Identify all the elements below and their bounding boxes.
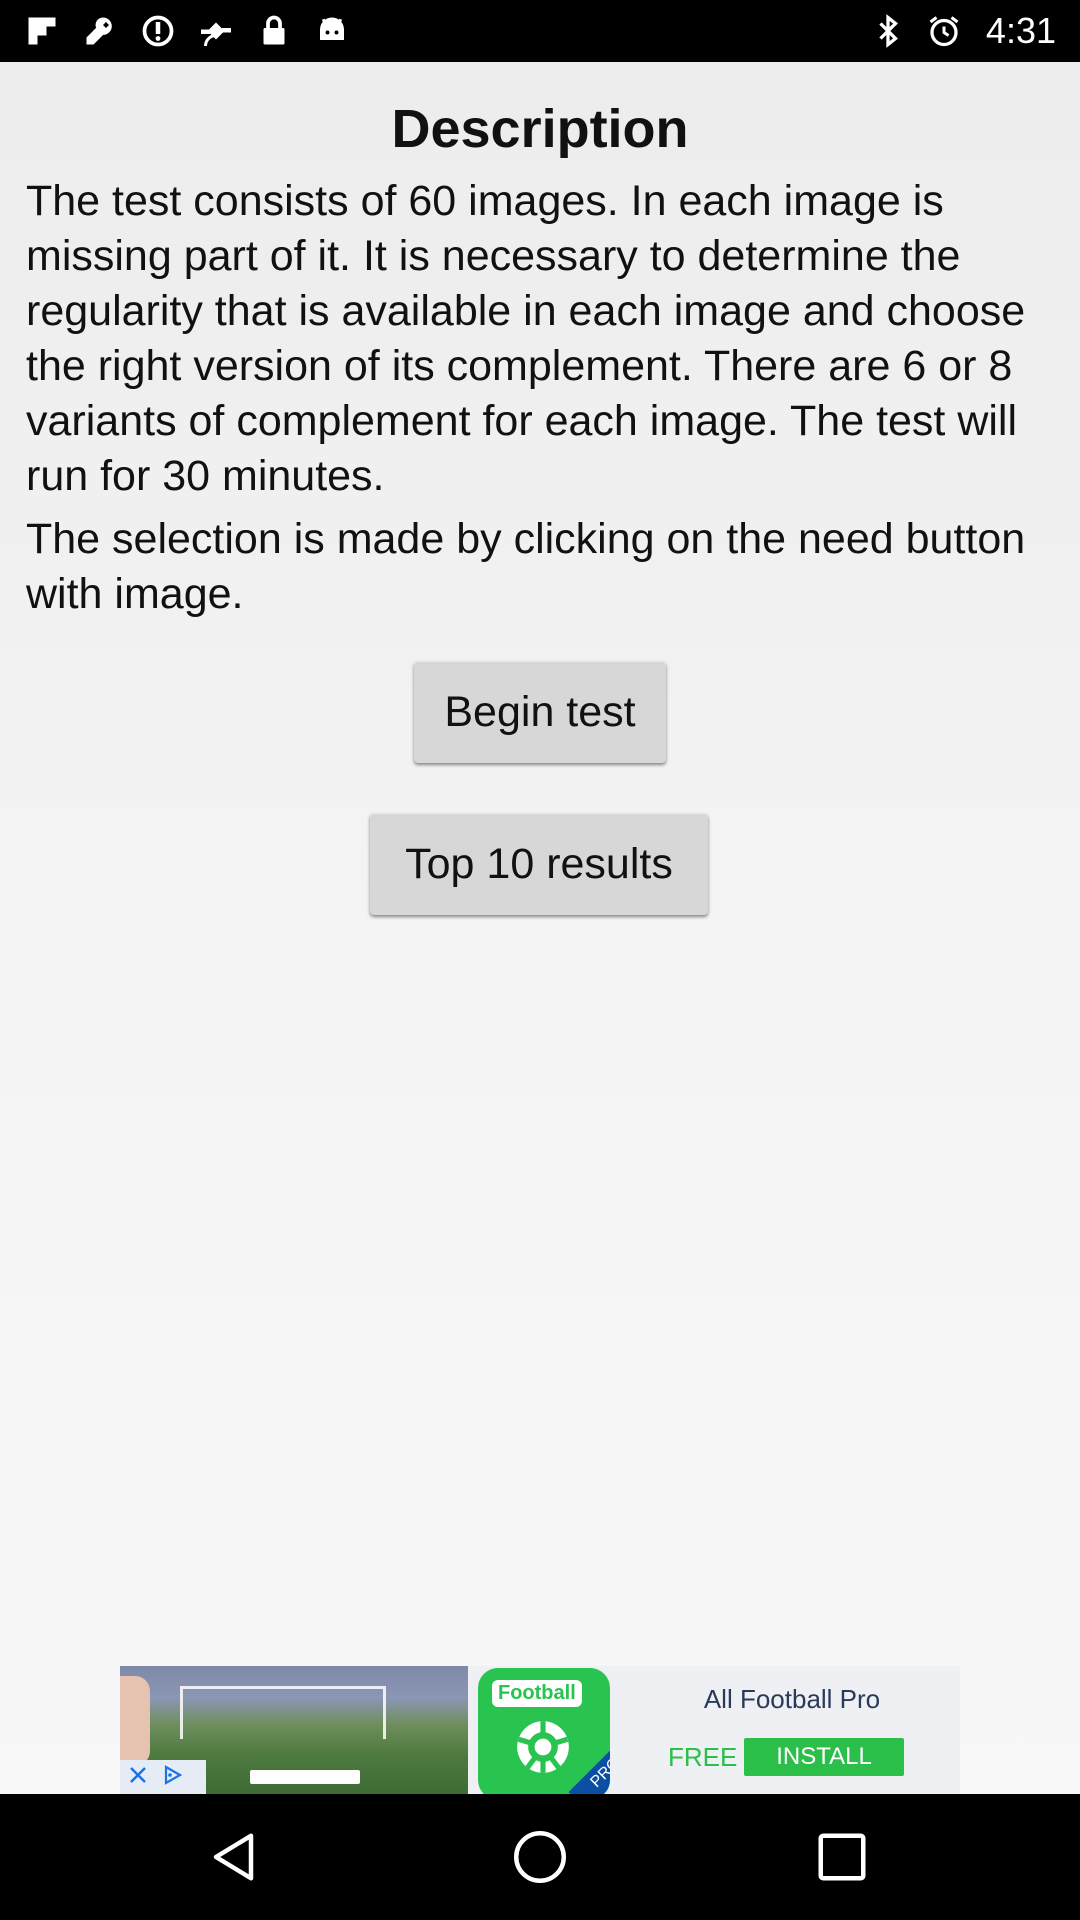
flipboard-icon	[22, 11, 62, 51]
ad-app-logo[interactable]: Football PRO	[478, 1668, 610, 1794]
bluetooth-icon	[868, 11, 908, 51]
fake-gps-icon	[196, 11, 236, 51]
goal-shape	[180, 1686, 386, 1739]
ad-banner[interactable]: Football PRO All Football Pro FREE INSTA…	[120, 1666, 960, 1794]
sync-icon	[138, 11, 178, 51]
description-paragraph: The test consists of 60 images. In each …	[26, 177, 1026, 500]
ad-choices[interactable]	[120, 1760, 206, 1794]
instruction-paragraph: The selection is made by clicking on the…	[26, 515, 1026, 618]
caption-bar	[250, 1770, 360, 1784]
adchoices-icon[interactable]	[160, 1763, 184, 1792]
navigation-bar	[0, 1794, 1080, 1920]
soccer-ball-icon	[517, 1721, 569, 1773]
status-right-icons: 4:31	[868, 0, 1080, 62]
home-icon[interactable]	[502, 1819, 578, 1895]
page-title: Description	[391, 99, 689, 159]
ad-pro-badge: PRO	[568, 1735, 610, 1794]
top-results-button[interactable]: Top 10 results	[370, 813, 708, 915]
ad-free-label: FREE	[668, 1742, 738, 1772]
status-time: 4:31	[985, 10, 1056, 51]
hand-shape	[120, 1676, 150, 1766]
status-left-icons	[0, 0, 352, 62]
close-icon[interactable]	[126, 1763, 150, 1792]
status-bar: 4:31	[0, 0, 1080, 62]
wrench-icon	[80, 11, 120, 51]
ad-logo-tag: Football	[492, 1680, 582, 1707]
lock-icon	[254, 11, 294, 51]
ad-install-button[interactable]: INSTALL	[744, 1738, 904, 1776]
alarm-icon	[924, 11, 964, 51]
android-icon	[312, 11, 352, 51]
ad-title[interactable]: All Football Pro	[672, 1684, 912, 1715]
recents-icon[interactable]	[804, 1819, 880, 1895]
begin-test-button[interactable]: Begin test	[414, 661, 666, 763]
main-content: Description The test consists of 60 imag…	[0, 62, 1080, 1662]
back-icon[interactable]	[198, 1819, 274, 1895]
